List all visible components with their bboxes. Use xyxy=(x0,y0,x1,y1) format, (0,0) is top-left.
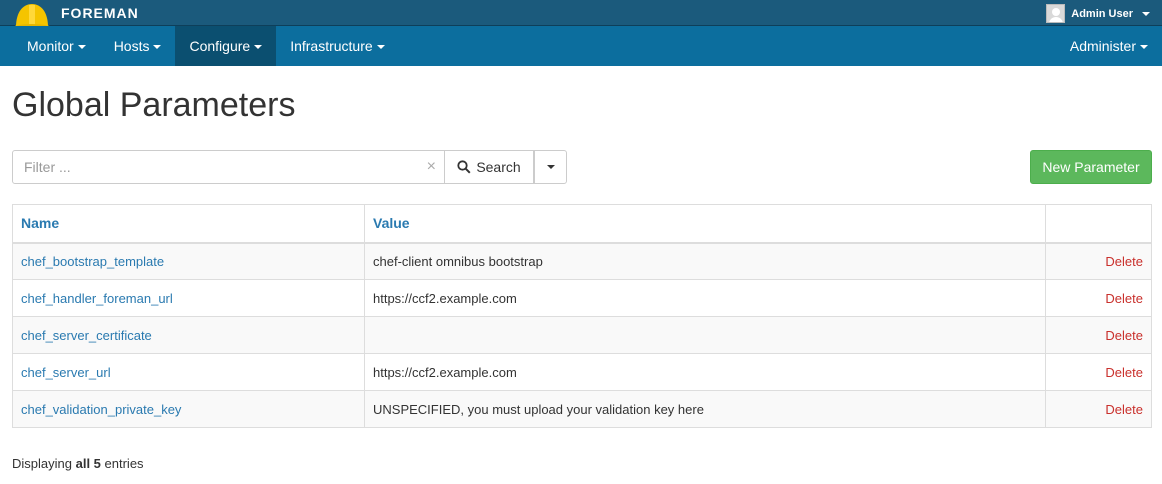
chevron-down-icon xyxy=(1142,11,1150,16)
action-cell: Delete xyxy=(1045,390,1152,428)
value-cell: chef-client omnibus bootstrap xyxy=(364,242,1046,280)
nav-monitor-label: Monitor xyxy=(27,38,74,54)
chevron-down-icon xyxy=(254,45,263,50)
table-row: chef_handler_foreman_url https://ccf2.ex… xyxy=(12,279,1152,317)
value-cell: https://ccf2.example.com xyxy=(364,279,1046,317)
filter-field: × xyxy=(12,150,445,184)
parameters-table: Name Value chef_bootstrap_template chef-… xyxy=(12,204,1152,428)
brand-name[interactable]: FOREMAN xyxy=(61,5,139,21)
nav-administer[interactable]: Administer xyxy=(1055,26,1162,66)
table-row: chef_server_certificate Delete xyxy=(12,316,1152,354)
value-cell: https://ccf2.example.com xyxy=(364,353,1046,391)
table-row: chef_server_url https://ccf2.example.com… xyxy=(12,353,1152,391)
search-input[interactable] xyxy=(13,151,413,183)
search-bar: × Search xyxy=(12,150,567,184)
table-row: chef_validation_private_key UNSPECIFIED,… xyxy=(12,390,1152,428)
nav-hosts[interactable]: Hosts xyxy=(100,26,176,66)
value-cell: UNSPECIFIED, you must upload your valida… xyxy=(364,390,1046,428)
search-button[interactable]: Search xyxy=(445,150,534,184)
parameter-link[interactable]: chef_handler_foreman_url xyxy=(21,291,173,306)
column-header-name[interactable]: Name xyxy=(12,204,365,244)
summary-count: all 5 xyxy=(75,456,101,471)
summary-suffix: entries xyxy=(104,456,144,471)
chevron-down-icon xyxy=(153,45,162,50)
delete-link[interactable]: Delete xyxy=(1105,291,1143,306)
search-options-dropdown[interactable] xyxy=(534,150,567,184)
name-cell: chef_server_url xyxy=(12,353,365,391)
nav-hosts-label: Hosts xyxy=(113,38,150,54)
name-cell: chef_server_certificate xyxy=(12,316,365,354)
nav-configure[interactable]: Configure xyxy=(175,26,277,66)
search-icon xyxy=(457,160,471,174)
delete-link[interactable]: Delete xyxy=(1105,365,1143,380)
parameter-link[interactable]: chef_server_url xyxy=(21,365,111,380)
parameter-link[interactable]: chef_validation_private_key xyxy=(21,402,181,417)
chevron-down-icon xyxy=(77,45,86,50)
value-cell xyxy=(364,316,1046,354)
delete-link[interactable]: Delete xyxy=(1105,328,1143,343)
chevron-down-icon xyxy=(1140,45,1148,50)
parameter-link[interactable]: chef_server_certificate xyxy=(21,328,152,343)
user-menu[interactable]: Admin User xyxy=(1046,4,1150,23)
avatar xyxy=(1046,4,1066,23)
column-header-value[interactable]: Value xyxy=(364,204,1046,244)
chevron-down-icon xyxy=(376,45,385,50)
top-bar: FOREMAN Admin User xyxy=(0,0,1162,33)
search-button-label: Search xyxy=(476,159,521,175)
new-parameter-button[interactable]: New Parameter xyxy=(1030,150,1152,184)
table-header-row: Name Value xyxy=(12,204,1152,244)
action-cell: Delete xyxy=(1045,316,1152,354)
main-nav: Monitor Hosts Configure Infrastructure A… xyxy=(0,26,1162,66)
chevron-down-icon xyxy=(546,165,555,169)
delete-link[interactable]: Delete xyxy=(1105,254,1143,269)
action-cell: Delete xyxy=(1045,353,1152,391)
user-name: Admin User xyxy=(1071,7,1133,20)
column-header-actions xyxy=(1045,204,1152,244)
name-cell: chef_bootstrap_template xyxy=(12,242,365,280)
action-cell: Delete xyxy=(1045,279,1152,317)
nav-infrastructure[interactable]: Infrastructure xyxy=(276,26,398,66)
nav-configure-label: Configure xyxy=(189,38,251,54)
parameter-link[interactable]: chef_bootstrap_template xyxy=(21,254,164,269)
nav-monitor[interactable]: Monitor xyxy=(12,26,100,66)
table-row: chef_bootstrap_template chef-client omni… xyxy=(12,242,1152,280)
clear-icon[interactable]: × xyxy=(427,158,436,176)
nav-administer-label: Administer xyxy=(1069,38,1136,54)
action-cell: Delete xyxy=(1045,242,1152,280)
nav-infrastructure-label: Infrastructure xyxy=(290,38,373,54)
delete-link[interactable]: Delete xyxy=(1105,402,1143,417)
summary-prefix: Displaying xyxy=(12,456,72,471)
pagination-summary: Displaying all 5 entries xyxy=(12,456,144,471)
name-cell: chef_handler_foreman_url xyxy=(12,279,365,317)
page-title: Global Parameters xyxy=(12,86,296,124)
name-cell: chef_validation_private_key xyxy=(12,390,365,428)
